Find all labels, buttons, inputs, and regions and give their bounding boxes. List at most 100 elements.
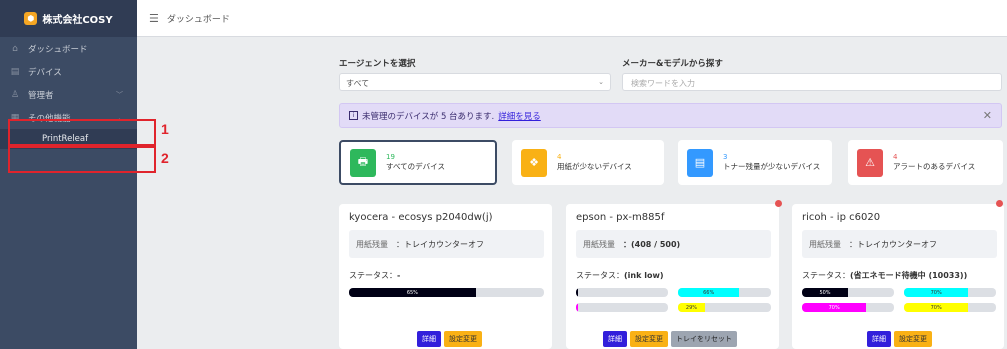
sidebar-item-label: デバイス <box>28 67 62 78</box>
paper-label: 用紙残量 <box>809 239 841 249</box>
sidebar-item-devices[interactable]: ▤ デバイス <box>0 60 137 83</box>
chevron-down-icon: ﹀ <box>116 90 123 99</box>
device-card-ricoh: ricoh - ip c6020 用紙残量 ：トレイカウンターオフ ステータス：… <box>792 200 1004 349</box>
settings-button[interactable]: 設定変更 <box>894 331 932 347</box>
annotation-number-1: 1 <box>161 121 169 137</box>
device-title: ricoh - ip c6020 <box>802 212 881 223</box>
search-input[interactable]: 検索ワードを入力 <box>622 73 1002 91</box>
toner-label: 70% <box>828 304 840 311</box>
agent-select-label: エージェントを選択 <box>339 59 416 69</box>
toner-label: 50% <box>819 289 831 296</box>
toner-bar-black <box>576 288 668 297</box>
printer-icon: ▤ <box>10 66 20 77</box>
summary-count: 19 <box>386 153 395 161</box>
top-header: ☰ ダッシュボード <box>137 0 1007 37</box>
toner-fill: 70% <box>802 303 867 312</box>
sidebar-item-dashboard[interactable]: ⌂ ダッシュボード <box>0 37 137 60</box>
device-actions: 詳細 設定変更 トレイをリセット <box>603 331 737 347</box>
sidebar-item-admin[interactable]: ♙ 管理者 ﹀ <box>0 83 137 106</box>
device-status: ステータス：(ink low) <box>576 270 663 281</box>
settings-button[interactable]: 設定変更 <box>444 331 482 347</box>
summary-card-all[interactable]: 🖶 19 すべてのデバイス <box>339 140 497 185</box>
speedometer-icon: ⌂ <box>12 43 18 54</box>
alert-text: 未管理のデバイスが 5 台あります. <box>362 111 495 122</box>
summary-card-low-paper[interactable]: ❖ 4 用紙が少ないデバイス <box>512 140 664 185</box>
menu-icon[interactable]: ☰ <box>149 12 159 25</box>
paper-value: ：トレイカウンターオフ <box>396 239 484 249</box>
brand-name: 株式会社COSY <box>42 15 113 26</box>
toner-bar-cyan: 70% <box>904 288 996 297</box>
toner-label: 29% <box>685 304 698 311</box>
status-value: (ink low) <box>624 271 664 280</box>
toner-bar-magenta <box>576 303 668 312</box>
toner-label: 66% <box>703 289 715 296</box>
toner-fill: 29% <box>678 303 705 312</box>
device-title: epson - px-m885f <box>576 212 665 223</box>
toner-label: 70% <box>930 289 942 296</box>
device-title: kyocera - ecosys p2040dw(j) <box>349 212 493 223</box>
paper-value: ：(408 / 500) <box>623 239 681 249</box>
toner-fill: 70% <box>904 303 969 312</box>
agent-select[interactable]: すべて ⌄ <box>339 73 611 91</box>
sidebar-item-label: ダッシュボード <box>28 44 88 55</box>
toner-fill: 70% <box>904 288 969 297</box>
status-label: ステータス： <box>349 271 397 280</box>
summary-label: アラートのあるデバイス <box>893 162 976 171</box>
paper-value: ：トレイカウンターオフ <box>849 239 937 249</box>
agent-select-value: すべて <box>346 79 370 88</box>
summary-label: すべてのデバイス <box>386 162 445 171</box>
toner-label: 65% <box>406 289 418 296</box>
info-icon: i <box>349 111 358 120</box>
toner-fill: 66% <box>678 288 740 297</box>
device-status: ステータス：- <box>349 270 400 281</box>
breadcrumb: ダッシュボード <box>166 14 230 25</box>
status-value: (省エネモード待機中 (10033)) <box>850 271 968 280</box>
toner-icon: ▤ <box>687 148 713 177</box>
toner-bar-black: 50% <box>802 288 894 297</box>
summary-card-low-toner[interactable]: ▤ 3 トナー残量が少ないデバイス <box>678 140 832 185</box>
warning-icon: ⚠ <box>857 148 883 177</box>
status-label: ステータス： <box>802 271 850 280</box>
toner-fill: 65% <box>349 288 476 297</box>
toner-bar-cyan: 66% <box>678 288 771 297</box>
toner-bar-yellow: 70% <box>904 303 996 312</box>
annotation-number-2: 2 <box>161 150 169 166</box>
paper-remaining: 用紙残量 ：トレイカウンターオフ <box>349 230 544 258</box>
maker-search-label: メーカー&モデルから探す <box>622 59 723 69</box>
chevron-down-icon: ⌄ <box>598 78 604 86</box>
paper-label: 用紙残量 <box>583 239 615 249</box>
printer-icon: 🖶 <box>350 148 376 177</box>
status-label: ステータス： <box>576 271 624 280</box>
toner-label: 70% <box>930 304 942 311</box>
device-card-epson: epson - px-m885f 用紙残量 ：(408 / 500) ステータス… <box>566 200 782 349</box>
device-status: ステータス：(省エネモード待機中 (10033)) <box>802 270 967 281</box>
unmanaged-devices-alert: i 未管理のデバイスが 5 台あります. 詳細を見る ✕ <box>339 103 1002 128</box>
device-card-kyocera: kyocera - ecosys p2040dw(j) 用紙残量 ：トレイカウン… <box>339 204 552 349</box>
details-button[interactable]: 詳細 <box>603 331 627 347</box>
summary-count: 3 <box>723 153 728 161</box>
reset-tray-button[interactable]: トレイをリセット <box>671 331 737 347</box>
annotation-box-2 <box>8 146 156 173</box>
alert-dot <box>775 200 782 207</box>
toner-fill: 50% <box>802 288 848 297</box>
brand[interactable]: ⬢ 株式会社COSY <box>0 0 137 37</box>
summary-count: 4 <box>557 153 562 161</box>
details-button[interactable]: 詳細 <box>417 331 441 347</box>
search-placeholder: 検索ワードを入力 <box>631 79 695 88</box>
summary-count: 4 <box>893 153 898 161</box>
toner-bar-magenta: 70% <box>802 303 894 312</box>
layers-icon: ❖ <box>521 148 547 177</box>
hexagon-logo-icon: ⬢ <box>24 12 38 25</box>
summary-card-alerts[interactable]: ⚠ 4 アラートのあるデバイス <box>848 140 1003 185</box>
sidebar: ⬢ 株式会社COSY ⌂ ダッシュボード ▤ デバイス ♙ 管理者 ﹀ ▦ その… <box>0 0 137 349</box>
user-icon: ♙ <box>10 89 20 100</box>
toner-bar-yellow: 29% <box>678 303 771 312</box>
summary-label: トナー残量が少ないデバイス <box>723 162 821 171</box>
details-button[interactable]: 詳細 <box>867 331 891 347</box>
close-icon[interactable]: ✕ <box>983 109 992 122</box>
device-actions: 詳細 設定変更 <box>867 331 932 347</box>
toner-fill <box>576 288 578 297</box>
alert-details-link[interactable]: 詳細を見る <box>498 110 541 122</box>
settings-button[interactable]: 設定変更 <box>630 331 668 347</box>
status-value: - <box>397 271 401 280</box>
